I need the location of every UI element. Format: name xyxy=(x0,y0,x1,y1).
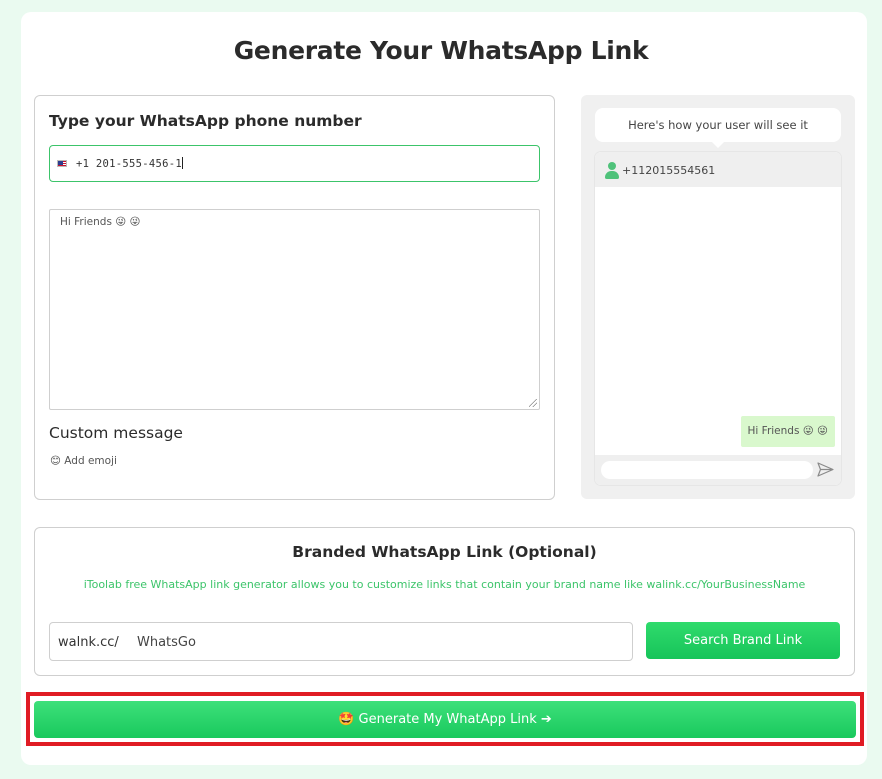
branded-link-section: Branded WhatsApp Link (Optional) iToolab… xyxy=(34,527,855,676)
branded-link-title: Branded WhatsApp Link (Optional) xyxy=(292,543,597,561)
generate-link-button[interactable]: 🤩 Generate My WhatApp Link ➔ xyxy=(34,701,856,738)
search-brand-link-button[interactable]: Search Brand Link xyxy=(646,622,840,659)
page-title: Generate Your WhatsApp Link xyxy=(233,36,649,65)
link-form: Type your WhatsApp phone number +1 201-5… xyxy=(34,95,555,500)
message-value: Hi Friends 😜 😜 xyxy=(60,216,141,228)
phone-mockup: +112015554561 Hi Friends 😜 😜 xyxy=(595,152,841,485)
brand-name-input[interactable] xyxy=(137,633,617,651)
brand-link-field[interactable]: walnk.cc/ xyxy=(49,622,633,661)
preview-panel: Here's how your user will see it +112015… xyxy=(581,95,855,499)
custom-message-label: Custom message xyxy=(49,424,183,442)
message-textarea[interactable]: Hi Friends 😜 😜 xyxy=(49,209,540,410)
us-flag-icon[interactable] xyxy=(57,160,67,167)
chat-input xyxy=(601,461,813,479)
add-emoji-link[interactable]: 😊 Add emoji xyxy=(50,455,117,467)
phone-input[interactable]: +1 201-555-456-1 xyxy=(49,145,540,182)
chat-message-bubble: Hi Friends 😜 😜 xyxy=(740,416,835,447)
text-caret xyxy=(181,157,183,169)
phone-label: Type your WhatsApp phone number xyxy=(49,112,362,130)
resize-handle-icon[interactable] xyxy=(529,399,537,407)
chat-number: +112015554561 xyxy=(622,164,716,177)
brand-prefix: walnk.cc/ xyxy=(58,635,119,650)
chat-footer xyxy=(595,455,841,485)
user-icon xyxy=(605,162,619,179)
branded-link-description: iToolab free WhatsApp link generator all… xyxy=(83,578,806,591)
phone-value: +1 201-555-456-1 xyxy=(76,158,182,170)
send-icon xyxy=(817,462,834,477)
chat-header: +112015554561 xyxy=(595,152,841,187)
preview-caption: Here's how your user will see it xyxy=(595,108,841,148)
